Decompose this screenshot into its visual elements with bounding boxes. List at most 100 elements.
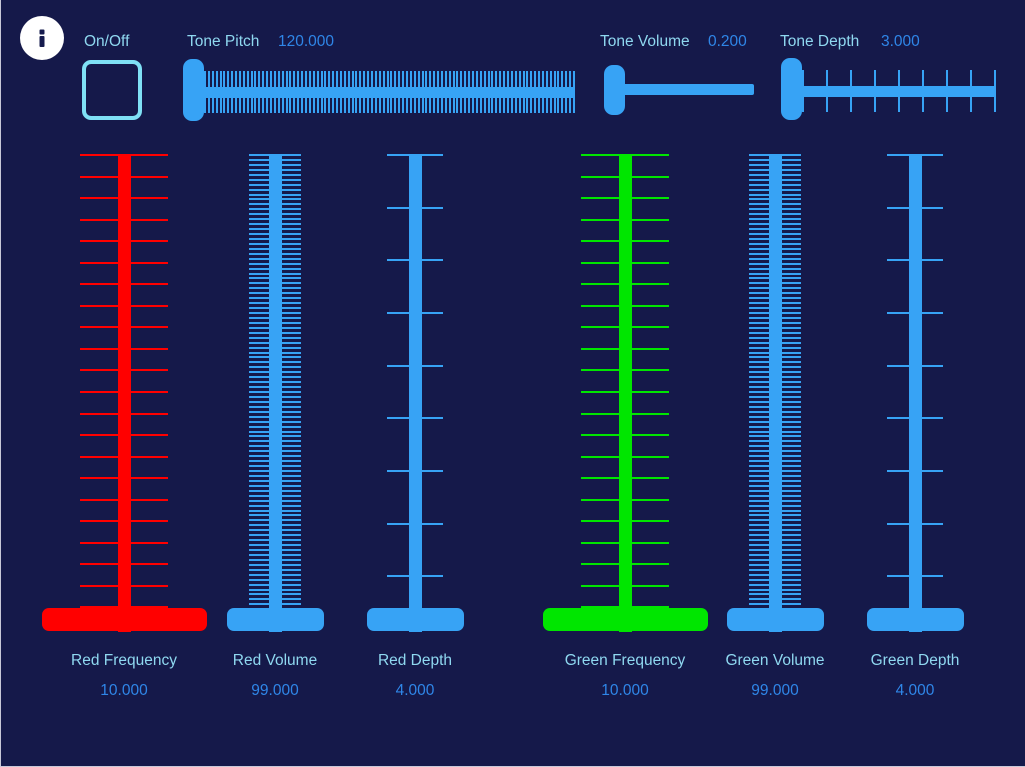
tick-mark [449,71,451,113]
tick-mark [321,71,323,113]
tick-mark [550,71,552,113]
tick-mark [394,71,396,113]
tick-mark [538,71,540,113]
tick-mark [324,71,326,113]
tick-mark [526,71,528,113]
tick-mark [491,71,493,113]
tick-mark [251,71,253,113]
tick-mark [519,71,521,113]
slider-handle[interactable] [41,608,207,631]
tick-mark [317,71,319,113]
tick-mark [289,71,291,113]
slider-track[interactable] [268,154,282,632]
tick-mark [239,71,241,113]
tick-mark [453,71,455,113]
tick-mark [874,70,876,112]
slider-handle[interactable] [726,608,824,631]
tick-mark [387,71,389,113]
tick-mark [402,71,404,113]
tick-mark [802,70,804,112]
tick-mark [573,71,575,113]
tick-mark [484,71,486,113]
tick-mark [355,71,357,113]
tick-mark [970,70,972,112]
tick-mark [437,71,439,113]
tick-mark [313,71,315,113]
tone-volume-value: 0.200 [708,33,747,50]
tick-mark [406,71,408,113]
tick-mark [254,71,256,113]
slider-track[interactable] [908,154,922,632]
tick-mark [476,71,478,113]
tick-mark [534,71,536,113]
tick-mark [332,71,334,113]
tone-depth-slider[interactable] [781,58,996,120]
tick-mark [546,71,548,113]
tick-mark [569,71,571,113]
info-icon[interactable] [20,16,64,60]
tone-pitch-handle[interactable] [183,59,204,121]
tick-mark [994,70,996,112]
slider-value-green-depth: 4.000 [895,682,935,699]
tick-mark [445,71,447,113]
tick-mark [293,71,295,113]
tick-mark [468,71,470,113]
onoff-checkbox[interactable] [82,60,142,120]
tick-mark [266,71,268,113]
tone-pitch-slider[interactable] [183,59,575,121]
tick-mark [204,71,206,113]
tick-mark [499,71,501,113]
tick-mark [286,71,288,113]
tick-mark [247,71,249,113]
tone-volume-ticks [625,73,754,105]
slider-handle[interactable] [542,608,708,631]
slider-green-depth[interactable] [825,154,1005,632]
tick-mark [344,71,346,113]
tick-mark [433,71,435,113]
tick-mark [220,71,222,113]
tick-mark [223,71,225,113]
tick-mark [495,71,497,113]
slider-handle[interactable] [226,608,324,631]
tone-volume-slider[interactable] [604,65,754,115]
slider-handle[interactable] [366,608,464,631]
tick-mark [371,71,373,113]
tick-mark [898,70,900,112]
tick-mark [441,71,443,113]
tick-mark [258,71,260,113]
tick-mark [227,71,229,113]
tick-mark [507,71,509,113]
tick-mark [309,71,311,113]
tick-mark [328,71,330,113]
slider-value-red-depth: 4.000 [395,682,435,699]
tick-mark [414,71,416,113]
tick-mark [425,71,427,113]
tone-pitch-label: Tone Pitch [187,33,260,50]
slider-track[interactable] [618,154,632,632]
tick-mark [565,71,567,113]
tick-mark [363,71,365,113]
slider-label-red-depth: Red Depth [377,652,453,669]
tick-mark [488,71,490,113]
tone-depth-value: 3.000 [881,33,920,50]
tick-mark [561,71,563,113]
tick-mark [530,71,532,113]
tick-mark [274,71,276,113]
tone-depth-handle[interactable] [781,58,802,120]
slider-handle[interactable] [866,608,964,631]
tick-mark [523,71,525,113]
tone-depth-ticks [802,70,996,112]
slider-track[interactable] [117,154,131,632]
tick-mark [410,71,412,113]
slider-track[interactable] [768,154,782,632]
tick-mark [359,71,361,113]
tick-mark [336,71,338,113]
tone-volume-handle[interactable] [604,65,625,115]
slider-red-depth[interactable] [325,154,505,632]
tick-mark [398,71,400,113]
tick-mark [375,71,377,113]
tick-mark [418,71,420,113]
slider-track[interactable] [408,154,422,632]
tick-mark [243,71,245,113]
tick-mark [542,71,544,113]
